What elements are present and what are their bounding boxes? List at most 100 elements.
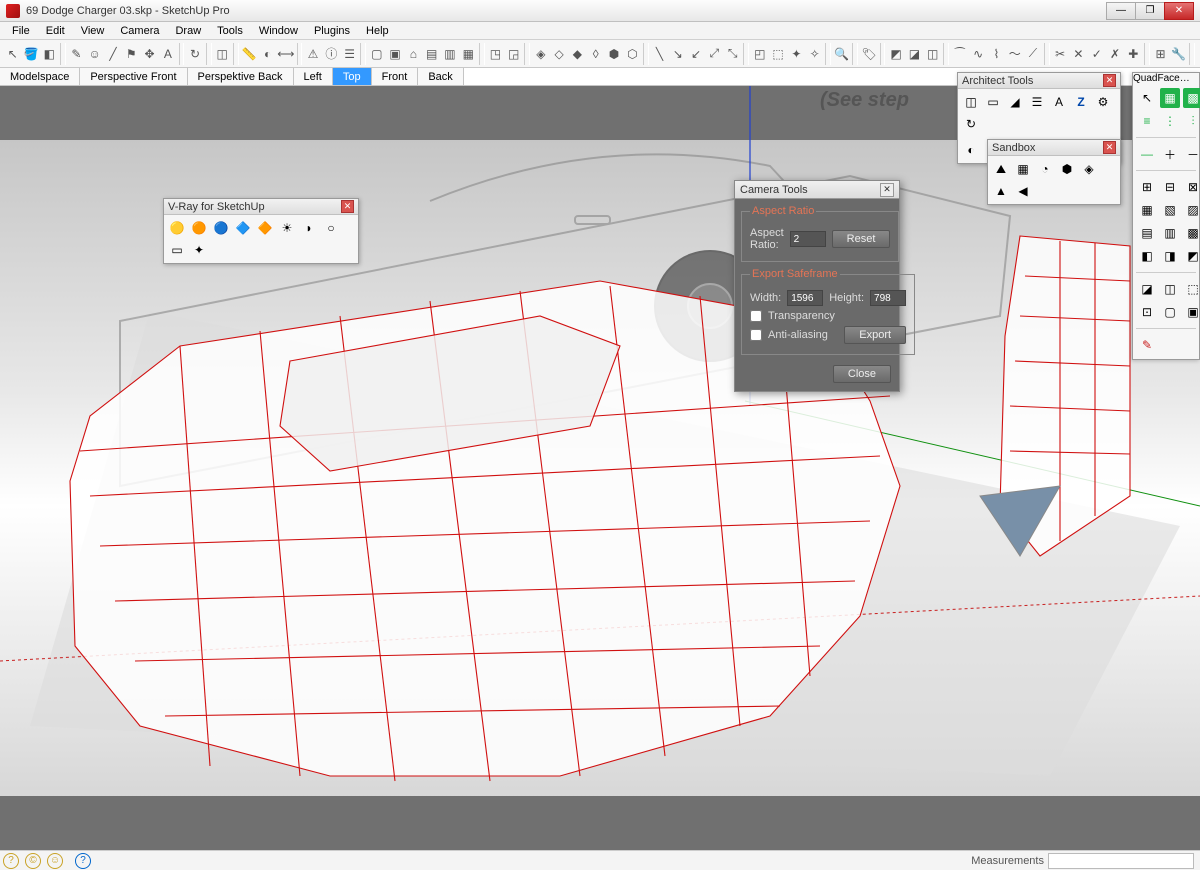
- palette-architect-close-icon[interactable]: ✕: [1103, 74, 1116, 87]
- vray-ies-icon[interactable]: ✦: [189, 240, 209, 260]
- curve2-icon[interactable]: ∿: [969, 45, 986, 63]
- qf-g4-icon[interactable]: ▦: [1137, 200, 1157, 220]
- arch-slab-icon[interactable]: ▭: [983, 92, 1003, 112]
- status-help-icon[interactable]: ?: [75, 853, 91, 869]
- vray-sun-icon[interactable]: ☀: [277, 218, 297, 238]
- sandbox-flip-icon[interactable]: ◀: [1013, 181, 1033, 201]
- tag-icon[interactable]: ⚑: [123, 45, 140, 63]
- qf-g10-icon[interactable]: ◧: [1137, 246, 1157, 266]
- menu-view[interactable]: View: [73, 23, 113, 39]
- eraser-icon[interactable]: ◧: [41, 45, 58, 63]
- measurements-input[interactable]: [1048, 853, 1194, 869]
- palette-sandbox[interactable]: Sandbox ✕ ⛰ ▦ ◔ ⬢ ◈ ▲ ◀: [987, 139, 1121, 205]
- export-button[interactable]: Export: [844, 326, 906, 344]
- person-icon[interactable]: ☺: [86, 45, 103, 63]
- pushpull-icon[interactable]: ◫: [214, 45, 231, 63]
- sel2-icon[interactable]: ⬚: [769, 45, 786, 63]
- qf-g12-icon[interactable]: ◩: [1183, 246, 1200, 266]
- scene-tab-perspective-front[interactable]: Perspective Front: [80, 68, 187, 85]
- qf-g9-icon[interactable]: ▩: [1183, 223, 1200, 243]
- move-icon[interactable]: ✥: [141, 45, 158, 63]
- tape-icon[interactable]: 📏: [241, 45, 258, 63]
- arch-wall-icon[interactable]: ◫: [961, 92, 981, 112]
- arrow-icon[interactable]: ↖: [4, 45, 21, 63]
- qf-ring-icon[interactable]: ≡: [1137, 111, 1157, 131]
- menu-file[interactable]: File: [4, 23, 38, 39]
- scene-tab-left[interactable]: Left: [294, 68, 333, 85]
- geo4-icon[interactable]: ◊: [587, 45, 604, 63]
- comp3-icon[interactable]: ◫: [924, 45, 941, 63]
- vray-sphere-icon[interactable]: ○: [321, 218, 341, 238]
- menu-tools[interactable]: Tools: [209, 23, 251, 39]
- sandbox-scratch-icon[interactable]: ▦: [1013, 159, 1033, 179]
- qf-g2-icon[interactable]: ⊟: [1160, 177, 1180, 197]
- reset-button[interactable]: Reset: [832, 230, 891, 248]
- vray-dome-icon[interactable]: ◗: [299, 218, 319, 238]
- paint-icon[interactable]: 🪣: [22, 45, 39, 63]
- qf-bw2-icon[interactable]: ◫: [1160, 279, 1180, 299]
- sel1-icon[interactable]: ◰: [751, 45, 768, 63]
- sandbox-contours-icon[interactable]: ⛰: [991, 159, 1011, 179]
- wrench-icon[interactable]: 🔧: [1170, 45, 1187, 63]
- edit4-icon[interactable]: ✗: [1106, 45, 1123, 63]
- tag2-icon[interactable]: 🏷: [860, 45, 877, 63]
- cube3-icon[interactable]: ▤: [423, 45, 440, 63]
- qf-dash-icon[interactable]: —: [1137, 144, 1157, 164]
- sel4-icon[interactable]: ✧: [806, 45, 823, 63]
- status-signin-icon[interactable]: ☺: [47, 853, 63, 869]
- sandbox-stamp-icon[interactable]: ⬢: [1057, 159, 1077, 179]
- dialog-camera-tools-header[interactable]: Camera Tools ✕: [735, 181, 899, 199]
- menu-camera[interactable]: Camera: [112, 23, 167, 39]
- vray-rt-icon[interactable]: 🔷: [233, 218, 253, 238]
- maximize-button[interactable]: ❐: [1135, 2, 1165, 20]
- curve5-icon[interactable]: ⟋: [1024, 45, 1041, 63]
- arch-z-icon[interactable]: Z: [1071, 92, 1091, 112]
- geo2-icon[interactable]: ◇: [550, 45, 567, 63]
- cube4-icon[interactable]: ▥: [441, 45, 458, 63]
- sandbox-detail-icon[interactable]: ▲: [991, 181, 1011, 201]
- qf-loop2-icon[interactable]: ⫶: [1183, 111, 1200, 131]
- qf-g8-icon[interactable]: ▥: [1160, 223, 1180, 243]
- vray-plane-icon[interactable]: ▭: [167, 240, 187, 260]
- close-button[interactable]: ✕: [1164, 2, 1194, 20]
- info-icon[interactable]: ⓘ: [323, 45, 340, 63]
- sandbox-drape-icon[interactable]: ◈: [1079, 159, 1099, 179]
- cube5-icon[interactable]: ▦: [460, 45, 477, 63]
- menu-draw[interactable]: Draw: [167, 23, 209, 39]
- qf-bw6-icon[interactable]: ▣: [1183, 302, 1200, 322]
- edit2-icon[interactable]: ✕: [1070, 45, 1087, 63]
- pencil-icon[interactable]: ✎: [68, 45, 85, 63]
- qf-g1-icon[interactable]: ⊞: [1137, 177, 1157, 197]
- draw5-icon[interactable]: ⤡: [724, 45, 741, 63]
- menu-plugins[interactable]: Plugins: [306, 23, 358, 39]
- text-icon[interactable]: A: [159, 45, 176, 63]
- line-icon[interactable]: ╱: [104, 45, 121, 63]
- checkbox-antialiasing[interactable]: [750, 329, 762, 341]
- qf-shrink-icon[interactable]: ▩: [1183, 88, 1200, 108]
- arch-tool9-icon[interactable]: ◐: [961, 140, 981, 160]
- vray-options-icon[interactable]: 🟠: [189, 218, 209, 238]
- geo3-icon[interactable]: ◆: [569, 45, 586, 63]
- close-dialog-button[interactable]: Close: [833, 365, 891, 383]
- protractor-icon[interactable]: ◐: [259, 45, 276, 63]
- geo5-icon[interactable]: ⬢: [605, 45, 622, 63]
- qf-bw4-icon[interactable]: ⊡: [1137, 302, 1157, 322]
- menu-help[interactable]: Help: [358, 23, 397, 39]
- palette-sandbox-header[interactable]: Sandbox ✕: [988, 140, 1120, 156]
- scene-tab-perspective-back[interactable]: Perspektive Back: [188, 68, 294, 85]
- checkbox-transparency[interactable]: [750, 310, 762, 322]
- arch-tool8-icon[interactable]: ↻: [961, 114, 981, 134]
- arch-tool7-icon[interactable]: ⚙: [1093, 92, 1113, 112]
- qf-bw5-icon[interactable]: ▢: [1160, 302, 1180, 322]
- curve1-icon[interactable]: ⁀: [951, 45, 968, 63]
- minimize-button[interactable]: —: [1106, 2, 1136, 20]
- comp1-icon[interactable]: ◩: [887, 45, 904, 63]
- input-width[interactable]: [787, 290, 823, 306]
- sel3-icon[interactable]: ✦: [788, 45, 805, 63]
- dialog-camera-tools-close-icon[interactable]: ✕: [880, 183, 894, 197]
- curve3-icon[interactable]: ⌇: [988, 45, 1005, 63]
- edit5-icon[interactable]: ✚: [1125, 45, 1142, 63]
- palette-architect-header[interactable]: Architect Tools ✕: [958, 73, 1120, 89]
- palette-vray-header[interactable]: V-Ray for SketchUp ✕: [164, 199, 358, 215]
- sandbox-smoove-icon[interactable]: ◔: [1035, 159, 1055, 179]
